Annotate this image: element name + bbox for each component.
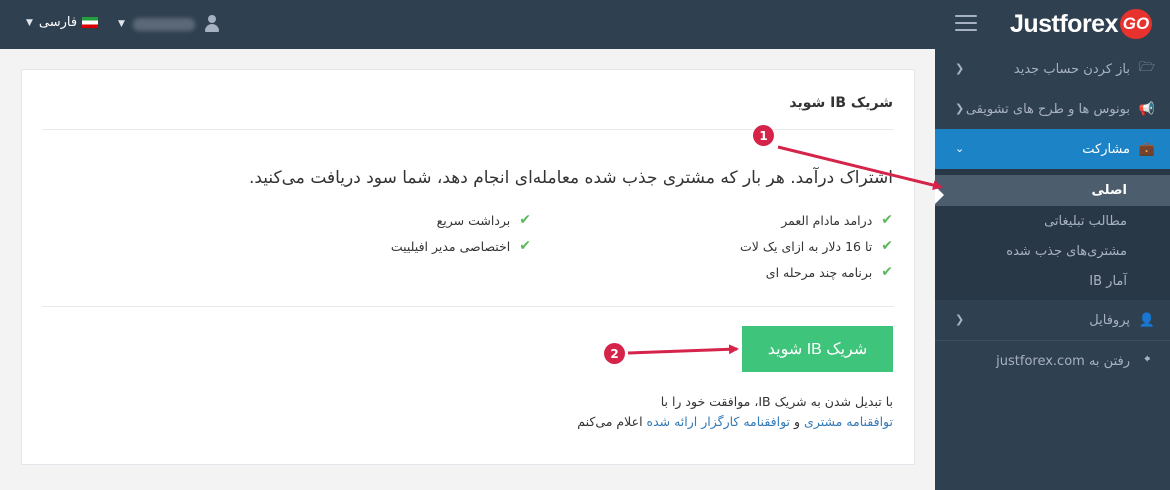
sidebar-item-label: رفتن به justforex.com — [996, 353, 1130, 369]
sidebar-item-label: باز کردن حساب جدید — [1013, 61, 1130, 77]
client-agreement-link[interactable]: توافقنامه مشتری — [804, 414, 893, 429]
check-icon: ✔ — [881, 264, 893, 280]
feature-item: ✔ برنامه چند مرحله ای — [766, 264, 893, 280]
annotation-badge-1: 1 — [753, 125, 774, 146]
become-ib-button[interactable]: شریک IB شوید — [742, 326, 893, 372]
menu-icon[interactable] — [955, 15, 977, 31]
ib-panel: شریک IB شوید اشتراک درآمد. هر بار که مشت… — [21, 69, 915, 465]
megaphone-icon: 📢 — [1138, 101, 1156, 117]
user-menu[interactable]: ▼ — [118, 15, 219, 33]
feature-label: اختصاصی مدیر افیلییت — [390, 238, 511, 254]
submenu-item-main[interactable]: اصلی — [935, 175, 1170, 206]
chevron-left-icon: ❮ — [955, 62, 965, 75]
submenu-item-promo-materials[interactable]: مطالب تبلیغاتی — [935, 206, 1170, 236]
terms-links: توافقنامه مشتری و توافقنامه کارگزار ارائ… — [577, 414, 893, 429]
chevron-down-icon: ▼ — [26, 17, 33, 28]
feature-item: ✔ تا 16 دلار به ازای یک لات — [740, 238, 893, 254]
iran-flag-icon — [82, 17, 99, 28]
ib-agreement-link[interactable]: توافقنامه کارگزار ارائه شده — [647, 414, 791, 429]
partnership-submenu: اصلی مطالب تبلیغاتی مشتری‌های جذب شده آم… — [935, 169, 1170, 300]
sidebar-item-bonuses[interactable]: 📢 بونوس ها و طرح های تشویقی ❮ — [935, 89, 1170, 129]
active-pointer — [935, 186, 944, 204]
sidebar-item-profile[interactable]: 👤 پروفایل ❮ — [935, 300, 1170, 340]
terms-text: با تبدیل شدن به شریک IB، موافقت خود را ب… — [660, 394, 893, 409]
sidebar-item-label: مشارکت — [1082, 141, 1130, 157]
user-icon — [204, 15, 219, 33]
feature-label: برنامه چند مرحله ای — [765, 264, 873, 280]
check-icon: ✔ — [519, 238, 531, 254]
feature-item: ✔ اختصاصی مدیر افیلییت — [391, 238, 531, 254]
sidebar: 🗁 باز کردن حساب جدید ❮ 📢 بونوس ها و طرح … — [935, 49, 1170, 490]
chevron-down-icon: ⌄ — [955, 142, 965, 155]
check-icon: ✔ — [881, 212, 893, 228]
divider — [42, 306, 894, 307]
briefcase-icon: 💼 — [1138, 141, 1156, 157]
username-blurred — [132, 17, 195, 31]
feature-label: تا 16 دلار به ازای یک لات — [739, 238, 873, 254]
sidebar-item-goto-site[interactable]: 🠸 رفتن به justforex.com — [935, 341, 1170, 381]
sidebar-item-partnership[interactable]: 💼 مشارکت ⌄ — [935, 129, 1170, 169]
chevron-left-icon: ❮ — [955, 102, 965, 115]
logo-text: Justforex — [1009, 9, 1119, 38]
lead-text: اشتراک درآمد. هر بار که مشتری جذب شده مع… — [248, 168, 893, 188]
user-icon: 👤 — [1138, 312, 1156, 328]
chevron-left-icon: ❮ — [955, 313, 965, 326]
feature-item: ✔ درامد مادام العمر — [781, 212, 893, 228]
top-bar: ▼ فارسی ▼ Justforex GO — [0, 0, 1170, 49]
annotation-badge-2: 2 — [604, 343, 625, 364]
feature-label: برداشت سریع — [436, 212, 511, 228]
language-label: فارسی — [38, 15, 78, 30]
folder-icon: 🗁 — [1138, 60, 1156, 75]
feature-item: ✔ برداشت سریع — [437, 212, 531, 228]
logo-badge: GO — [1120, 9, 1152, 39]
submenu-item-ib-stats[interactable]: آمار IB — [935, 266, 1170, 296]
submenu-item-attracted-clients[interactable]: مشتری‌های جذب شده — [935, 236, 1170, 266]
terms-and: و — [790, 414, 805, 429]
check-icon: ✔ — [519, 212, 531, 228]
sidebar-item-open-account[interactable]: 🗁 باز کردن حساب جدید ❮ — [935, 49, 1170, 89]
sidebar-item-label: بونوس ها و طرح های تشویقی — [965, 101, 1130, 117]
check-icon: ✔ — [881, 238, 893, 254]
justforex-logo[interactable]: Justforex GO — [1010, 9, 1152, 39]
chevron-down-icon: ▼ — [118, 19, 125, 29]
language-selector[interactable]: ▼ فارسی — [26, 15, 99, 30]
sidebar-item-label: پروفایل — [1089, 312, 1130, 328]
arrow-left-icon: 🠸 — [1143, 352, 1151, 367]
page-title: شریک IB شوید — [789, 95, 893, 111]
feature-label: درامد مادام العمر — [781, 212, 873, 228]
terms-end: اعلام می‌کنم — [577, 414, 647, 429]
